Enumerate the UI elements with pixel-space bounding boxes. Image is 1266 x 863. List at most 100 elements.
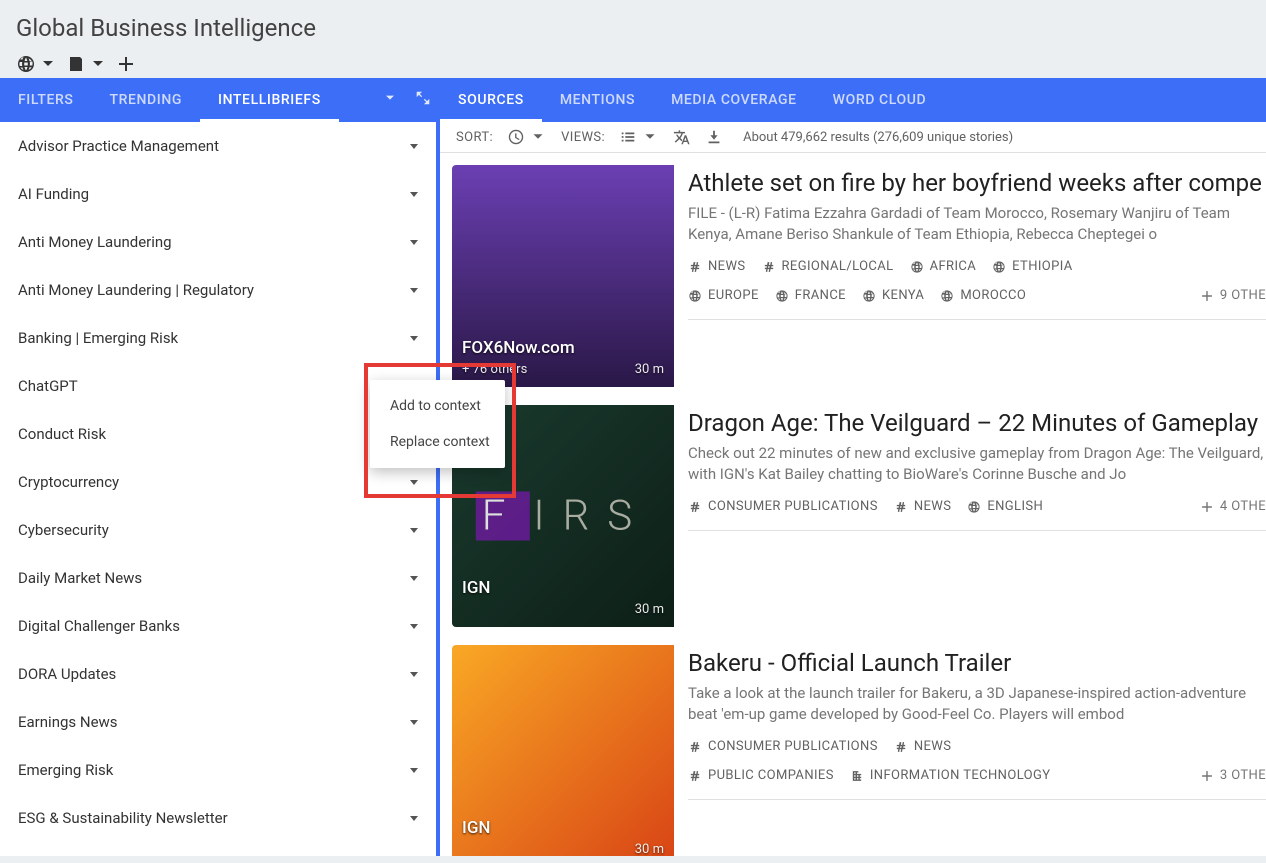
time-ago: 30 m — [635, 842, 664, 856]
add-button[interactable] — [116, 54, 136, 74]
card-title[interactable]: Bakeru - Official Launch Trailer — [688, 649, 1266, 677]
chevron-down-icon — [38, 54, 58, 74]
card-thumbnail[interactable]: IGN 30 m — [452, 645, 674, 856]
document-icon — [66, 54, 86, 74]
others-count: + 76 others — [462, 362, 527, 377]
tab-trending[interactable]: TRENDING — [91, 78, 200, 122]
brief-item[interactable]: Anti Money Laundering | Regulatory — [0, 266, 436, 314]
chevron-down-icon — [410, 288, 418, 293]
chevron-down-icon — [529, 128, 547, 146]
tag[interactable]: REGIONAL/LOCAL — [762, 259, 894, 274]
brief-item[interactable]: Earnings News — [0, 698, 436, 746]
plus-icon — [1200, 500, 1214, 514]
brief-label: ESG & Sustainability Newsletter — [18, 809, 228, 827]
tag[interactable]: NEWS — [894, 499, 952, 514]
download-button[interactable] — [705, 128, 723, 146]
tag[interactable]: INFORMATION TECHNOLOGY — [850, 768, 1051, 783]
source-name: IGN — [462, 818, 664, 838]
card-title[interactable]: Athlete set on fire by her boyfriend wee… — [688, 169, 1266, 197]
chevron-down-icon — [382, 90, 398, 106]
tab-intellibriefs[interactable]: INTELLIBRIEFS — [200, 78, 339, 122]
plus-icon — [1200, 289, 1214, 303]
collapse-button[interactable] — [374, 90, 406, 110]
tab-filters[interactable]: FILTERS — [0, 78, 91, 122]
brief-item[interactable]: Banking | Emerging Risk — [0, 314, 436, 362]
tag[interactable]: EUROPE — [688, 288, 759, 303]
brief-label: Conduct Risk — [18, 425, 106, 443]
source-name: IGN — [462, 578, 664, 598]
tab-media-coverage[interactable]: MEDIA COVERAGE — [653, 78, 815, 122]
tag[interactable]: ETHIOPIA — [992, 259, 1073, 274]
chevron-down-icon — [410, 240, 418, 245]
expand-button[interactable] — [406, 89, 440, 111]
menu-replace-context[interactable]: Replace context — [370, 424, 505, 460]
tag[interactable]: KENYA — [862, 288, 924, 303]
brief-item[interactable]: Digital Challenger Banks — [0, 602, 436, 650]
brief-item[interactable]: Anti Money Laundering — [0, 218, 436, 266]
more-tags[interactable]: 4 OTHE — [1200, 499, 1266, 514]
chevron-down-icon — [410, 720, 418, 725]
language-dropdown[interactable] — [16, 54, 58, 74]
tag-label: ETHIOPIA — [1012, 259, 1073, 274]
hash-icon — [688, 769, 702, 783]
brief-item[interactable]: Emerging Risk — [0, 746, 436, 794]
more-tags[interactable]: 3 OTHE — [1200, 768, 1266, 783]
brief-label: Anti Money Laundering | Regulatory — [18, 281, 254, 299]
hash-icon — [688, 500, 702, 514]
brief-item[interactable]: Advisor Practice Management — [0, 122, 436, 170]
globe-icon — [862, 289, 876, 303]
tag-label: NEWS — [914, 499, 952, 514]
left-tabbar: FILTERS TRENDING INTELLIBRIEFS — [0, 78, 440, 122]
brief-label: Emerging Risk — [18, 761, 113, 779]
brief-label: Digital Challenger Banks — [18, 617, 180, 635]
globe-icon — [967, 500, 981, 514]
result-card: FIRS IGN 30 m Dragon Age: The Veilguard … — [452, 405, 1266, 627]
menu-add-to-context[interactable]: Add to context — [370, 388, 505, 424]
tag-label: MOROCCO — [960, 288, 1026, 303]
tag-label: EUROPE — [708, 288, 759, 303]
brief-label: Earnings News — [18, 713, 118, 731]
hash-icon — [894, 740, 908, 754]
tag-label: CONSUMER PUBLICATIONS — [708, 739, 878, 754]
tag[interactable]: CONSUMER PUBLICATIONS — [688, 499, 878, 514]
time-ago: 30 m — [635, 362, 664, 377]
brief-item[interactable]: Daily Market News — [0, 554, 436, 602]
tag[interactable]: NEWS — [688, 259, 746, 274]
brief-label: Banking | Emerging Risk — [18, 329, 178, 347]
more-tags[interactable]: 9 OTHE — [1200, 288, 1266, 303]
tag-label: NEWS — [914, 739, 952, 754]
brief-label: DORA Updates — [18, 665, 116, 683]
brief-label: ChatGPT — [18, 377, 78, 395]
brief-item[interactable]: DORA Updates — [0, 650, 436, 698]
brief-item[interactable]: Cybersecurity — [0, 506, 436, 554]
chevron-down-icon — [410, 624, 418, 629]
card-description: Take a look at the launch trailer for Ba… — [688, 683, 1266, 725]
tag[interactable]: FRANCE — [775, 288, 846, 303]
document-dropdown[interactable] — [66, 54, 108, 74]
brief-item[interactable]: ESG & Sustainability Newsletter — [0, 794, 436, 842]
tag-label: PUBLIC COMPANIES — [708, 768, 834, 783]
tab-word-cloud[interactable]: WORD CLOUD — [815, 78, 945, 122]
brief-item[interactable]: AI Funding — [0, 170, 436, 218]
tag[interactable]: NEWS — [894, 739, 952, 754]
tag[interactable]: MOROCCO — [940, 288, 1026, 303]
tag[interactable]: CONSUMER PUBLICATIONS — [688, 739, 878, 754]
card-title[interactable]: Dragon Age: The Veilguard – 22 Minutes o… — [688, 409, 1266, 437]
tag[interactable]: PUBLIC COMPANIES — [688, 768, 834, 783]
views-dropdown[interactable] — [619, 128, 659, 146]
translate-button[interactable] — [673, 128, 691, 146]
clock-icon — [507, 128, 525, 146]
card-thumbnail[interactable]: FOX6Now.com + 76 others30 m — [452, 165, 674, 387]
tab-sources[interactable]: SOURCES — [440, 78, 542, 122]
tag[interactable]: ENGLISH — [967, 499, 1043, 514]
tab-mentions[interactable]: MENTIONS — [542, 78, 653, 122]
tag[interactable]: AFRICA — [910, 259, 977, 274]
tag-label: CONSUMER PUBLICATIONS — [708, 499, 878, 514]
right-tabbar: SOURCES MENTIONS MEDIA COVERAGE WORD CLO… — [440, 78, 1266, 122]
results-toolbar: SORT: VIEWS: About 479,662 results (276,… — [440, 122, 1266, 153]
result-card: FOX6Now.com + 76 others30 m Athlete set … — [452, 165, 1266, 387]
hash-icon — [688, 740, 702, 754]
sort-dropdown[interactable] — [507, 128, 547, 146]
globe-icon — [910, 260, 924, 274]
tag-label: AFRICA — [930, 259, 977, 274]
